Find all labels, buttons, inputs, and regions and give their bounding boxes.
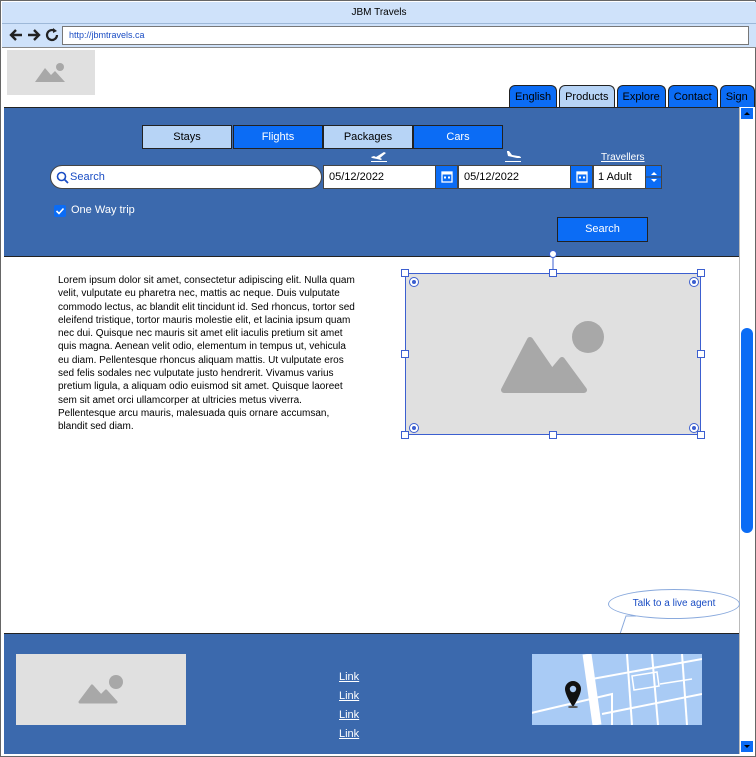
- anchor-point[interactable]: [689, 423, 699, 433]
- map-pin-icon: [565, 681, 581, 708]
- hero-image-placeholder[interactable]: [405, 273, 701, 435]
- depart-calendar-button[interactable]: [435, 166, 457, 188]
- stepper-arrows[interactable]: [645, 166, 662, 188]
- booking-panel: Stays Flights Packages Cars Search 05/12…: [4, 107, 739, 257]
- tab-contact[interactable]: Contact: [667, 85, 718, 107]
- window-title: JBM Travels: [2, 2, 756, 24]
- one-way-label: One Way trip: [71, 204, 135, 216]
- anchor-point[interactable]: [409, 423, 419, 433]
- mode-cars-button[interactable]: Cars: [413, 125, 503, 149]
- url-field[interactable]: http://jbmtravels.ca: [62, 26, 749, 45]
- reload-icon[interactable]: [44, 27, 60, 43]
- main-nav: English Products Explore Contact Sign in: [509, 85, 755, 125]
- anchor-point[interactable]: [689, 277, 699, 287]
- browser-window: JBM Travels http://jbmtravels.ca English…: [0, 0, 756, 757]
- footer-link-3[interactable]: Link: [339, 709, 359, 721]
- tab-sign-in[interactable]: Sign in: [719, 85, 755, 125]
- map-graphic: [532, 654, 702, 725]
- search-button[interactable]: Search: [557, 217, 648, 242]
- calendar-icon: [576, 171, 588, 183]
- travellers-stepper[interactable]: 1 Adult: [593, 165, 662, 189]
- tab-products[interactable]: Products: [559, 85, 615, 107]
- return-date-value: 05/12/2022: [464, 171, 520, 183]
- image-placeholder-icon: [78, 675, 123, 704]
- resize-handle-se[interactable]: [697, 431, 705, 439]
- search-placeholder: Search: [70, 171, 105, 183]
- scrollbar-thumb[interactable]: [741, 328, 753, 533]
- scroll-up-button[interactable]: [741, 108, 753, 119]
- resize-handle-s[interactable]: [549, 431, 557, 439]
- forward-arrow-icon[interactable]: [26, 27, 42, 43]
- depart-date-value: 05/12/2022: [329, 171, 385, 183]
- landing-icon: [505, 151, 521, 162]
- bubble-tail: [619, 615, 636, 635]
- resize-handle-n[interactable]: [549, 269, 557, 277]
- mode-stays-button[interactable]: Stays: [142, 125, 232, 149]
- resize-handle-sw[interactable]: [401, 431, 409, 439]
- return-date-field[interactable]: 05/12/2022: [458, 165, 593, 189]
- footer: Link Link Link Link: [4, 633, 739, 754]
- image-placeholder-icon: [501, 321, 604, 393]
- travellers-value: 1 Adult: [598, 171, 632, 183]
- vertical-scrollbar[interactable]: [739, 107, 754, 754]
- footer-image-placeholder: [16, 654, 186, 725]
- resize-handle-nw[interactable]: [401, 269, 409, 277]
- search-icon: [56, 171, 69, 184]
- scroll-down-button[interactable]: [741, 741, 753, 752]
- return-calendar-button[interactable]: [570, 166, 592, 188]
- back-arrow-icon[interactable]: [8, 27, 24, 43]
- scroll-down-icon: [744, 745, 750, 748]
- search-input[interactable]: Search: [50, 165, 322, 189]
- mode-packages-button[interactable]: Packages: [323, 125, 413, 149]
- location-map[interactable]: [532, 654, 702, 725]
- resize-handle-ne[interactable]: [697, 269, 705, 277]
- site-logo-placeholder: [7, 50, 95, 95]
- resize-handle-e[interactable]: [697, 350, 705, 358]
- footer-link-1[interactable]: Link: [339, 671, 359, 683]
- image-placeholder-icon: [35, 63, 65, 82]
- stepper-up-down-icon: [646, 172, 662, 182]
- tab-english[interactable]: English: [509, 85, 558, 107]
- address-bar: http://jbmtravels.ca: [2, 24, 756, 48]
- calendar-icon: [441, 171, 453, 183]
- travellers-label: Travellers: [601, 152, 645, 163]
- mode-flights-button[interactable]: Flights: [233, 125, 323, 149]
- depart-date-field[interactable]: 05/12/2022: [323, 165, 458, 189]
- one-way-checkbox[interactable]: [54, 205, 66, 217]
- body-text: Lorem ipsum dolor sit amet, consectetur …: [58, 275, 355, 433]
- footer-link-4[interactable]: Link: [339, 728, 359, 740]
- footer-link-2[interactable]: Link: [339, 690, 359, 702]
- anchor-point[interactable]: [409, 277, 419, 287]
- scroll-up-icon: [744, 112, 750, 115]
- resize-handle-w[interactable]: [401, 350, 409, 358]
- checkbox-checked-icon: [55, 207, 65, 215]
- takeoff-icon: [371, 152, 387, 162]
- tab-explore[interactable]: Explore: [616, 85, 666, 107]
